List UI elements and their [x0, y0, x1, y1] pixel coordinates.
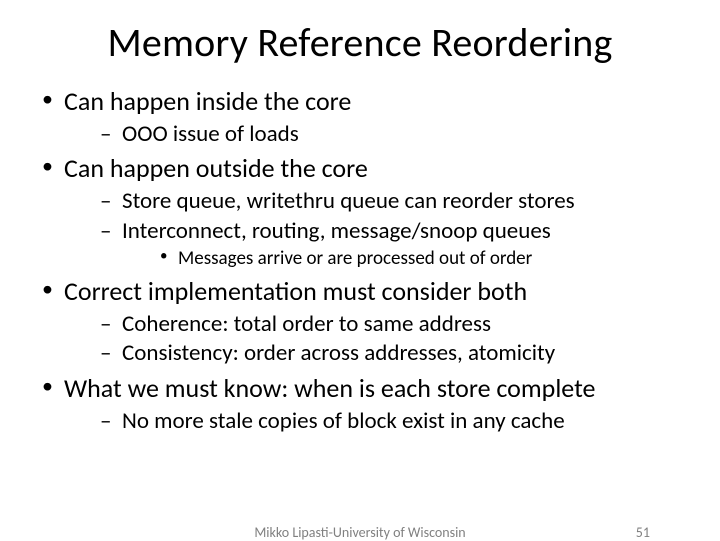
bullet-text: Can happen inside the core [64, 85, 351, 117]
bullet-text: What we must know: when is each store co… [64, 372, 595, 404]
subsublist: Messages arrive or are processed out of … [122, 247, 684, 271]
bullet-text: Can happen outside the core [64, 152, 368, 184]
slide-title: Memory Reference Reordering [36, 18, 684, 67]
sublist: Coherence: total order to same address C… [64, 310, 684, 369]
sublist: No more stale copies of block exist in a… [64, 407, 684, 436]
bullet-l2: Interconnect, routing, message/snoop que… [92, 217, 684, 272]
bullet-text: Correct implementation must consider bot… [64, 275, 527, 307]
bullet-text: Store queue, writethru queue can reorder… [122, 187, 575, 215]
bullet-text: Coherence: total order to same address [122, 310, 491, 338]
bullet-l1: What we must know: when is each store co… [36, 372, 684, 435]
bullet-text: No more stale copies of block exist in a… [122, 407, 565, 435]
bullet-l2: Store queue, writethru queue can reorder… [92, 187, 684, 216]
bullet-l3: Messages arrive or are processed out of … [150, 247, 684, 271]
bullet-text: Consistency: order across addresses, ato… [122, 339, 555, 367]
bullet-l2: No more stale copies of block exist in a… [92, 407, 684, 436]
bullet-l1: Can happen outside the core Store queue,… [36, 152, 684, 271]
bullet-l2: OOO issue of loads [92, 120, 684, 149]
bullet-text: Interconnect, routing, message/snoop que… [122, 217, 551, 245]
bullet-list: Can happen inside the core OOO issue of … [36, 85, 684, 435]
bullet-l1: Correct implementation must consider bot… [36, 275, 684, 368]
sublist: Store queue, writethru queue can reorder… [64, 187, 684, 271]
sublist: OOO issue of loads [64, 120, 684, 149]
bullet-text: Messages arrive or are processed out of … [178, 247, 532, 270]
bullet-l2: Coherence: total order to same address [92, 310, 684, 339]
footer-author: Mikko Lipasti-University of Wisconsin [254, 524, 465, 541]
bullet-l1: Can happen inside the core OOO issue of … [36, 85, 684, 148]
slide: Memory Reference Reordering Can happen i… [0, 0, 720, 540]
page-number: 51 [636, 524, 650, 541]
bullet-text: OOO issue of loads [122, 120, 299, 148]
bullet-l2: Consistency: order across addresses, ato… [92, 339, 684, 368]
